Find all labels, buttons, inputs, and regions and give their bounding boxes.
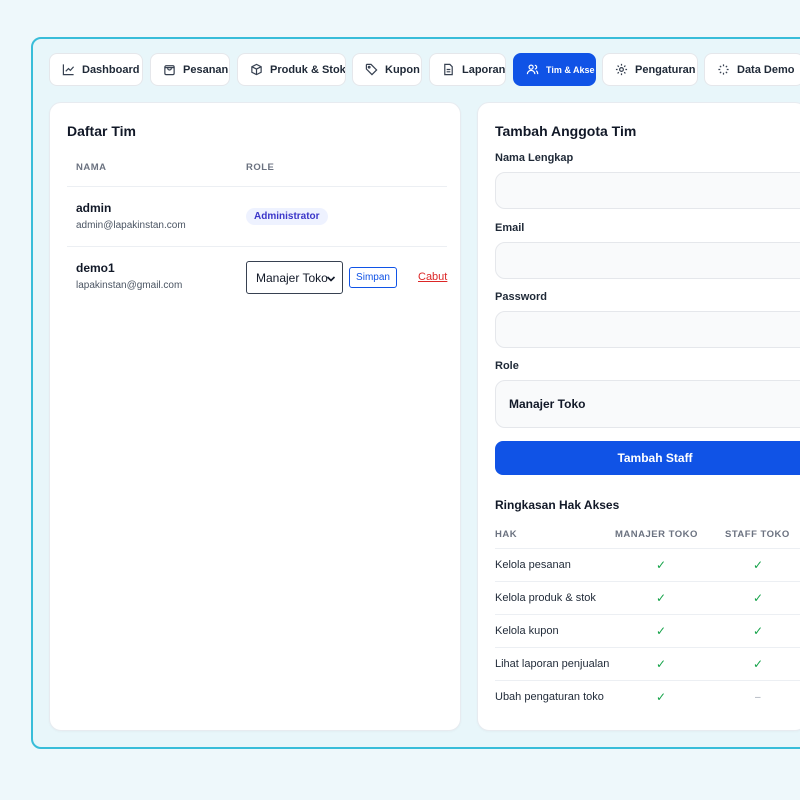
full-name-input[interactable] (495, 172, 800, 209)
role-label: Role (495, 360, 519, 372)
tab-label: Produk & Stok (270, 63, 346, 76)
tab-label: Kupon (385, 63, 420, 76)
check-icon: ✓ (656, 690, 667, 704)
check-icon: ✓ (656, 657, 667, 671)
tab-bar: Dashboard Pesanan Produk & Stok Kupon La… (49, 53, 800, 86)
check-icon: ✓ (656, 591, 667, 605)
tab-label: Data Demo (737, 63, 795, 76)
password-label: Password (495, 291, 547, 303)
tab-label: Pengaturan (635, 63, 696, 76)
revoke-link[interactable]: Cabut (418, 271, 447, 283)
tab-pengaturan[interactable]: Pengaturan (602, 53, 698, 86)
tab-produk-stok[interactable]: Produk & Stok (237, 53, 346, 86)
password-input[interactable] (495, 311, 800, 348)
save-role-button[interactable]: Simpan (349, 267, 397, 288)
member-email: admin@lapakinstan.com (76, 220, 186, 231)
tab-label: Pesanan (183, 63, 229, 76)
access-summary-title: Ringkasan Hak Akses (495, 498, 620, 512)
tag-icon (365, 63, 378, 76)
no-access-dash: – (755, 692, 761, 703)
gear-icon (615, 63, 628, 76)
tab-kupon[interactable]: Kupon (352, 53, 422, 86)
tab-laporan[interactable]: Laporan (429, 53, 506, 86)
permission-label: Lihat laporan penjualan (495, 658, 610, 670)
divider (495, 581, 800, 582)
divider (495, 614, 800, 615)
member-name: admin (76, 201, 112, 215)
loader-icon (718, 64, 729, 75)
check-icon: ✓ (753, 591, 764, 605)
role-badge: Administrator (246, 208, 328, 225)
tab-tim-akses[interactable]: Tim & Akses (513, 53, 596, 86)
member-name: demo1 (76, 261, 115, 275)
column-header-staff: STAFF TOKO (725, 529, 790, 540)
add-member-title: Tambah Anggota Tim (495, 123, 637, 139)
name-label: Nama Lengkap (495, 152, 574, 164)
add-member-card: Tambah Anggota Tim Nama Lengkap Email Pa… (477, 102, 800, 731)
shopping-bag-icon (164, 65, 175, 76)
divider (67, 186, 447, 187)
permission-label: Ubah pengaturan toko (495, 691, 604, 703)
box-icon (251, 63, 262, 76)
divider (495, 647, 800, 648)
column-header-name: NAMA (76, 162, 107, 173)
email-label: Email (495, 222, 525, 234)
tab-dashboard[interactable]: Dashboard (49, 53, 143, 86)
divider (67, 246, 447, 247)
member-role-select[interactable]: Manajer Toko (246, 261, 343, 294)
tab-label: Laporan (462, 63, 506, 76)
check-icon: ✓ (656, 558, 667, 572)
email-input[interactable] (495, 242, 800, 279)
check-icon: ✓ (753, 558, 764, 572)
column-header-permission: HAK (495, 529, 518, 540)
team-list-title: Daftar Tim (67, 123, 136, 139)
role-select[interactable]: Manajer Toko (495, 380, 800, 428)
add-staff-button[interactable]: Tambah Staff (495, 441, 800, 475)
users-icon (526, 64, 539, 75)
tab-label: Dashboard (82, 63, 140, 76)
chevron-down-icon (326, 276, 336, 282)
tab-label: Tim & Akses (546, 64, 596, 75)
tab-pesanan[interactable]: Pesanan (150, 53, 230, 86)
tab-data-demo[interactable]: Data Demo (704, 53, 800, 86)
check-icon: ✓ (656, 624, 667, 638)
member-role-value: Manajer Toko (256, 270, 328, 285)
divider (495, 548, 800, 549)
column-header-manager: MANAJER TOKO (615, 529, 698, 540)
member-email: lapakinstan@gmail.com (76, 280, 183, 291)
check-icon: ✓ (753, 624, 764, 638)
permission-label: Kelola kupon (495, 625, 559, 637)
permission-label: Kelola pesanan (495, 559, 571, 571)
permission-label: Kelola produk & stok (495, 592, 596, 604)
divider (495, 680, 800, 681)
role-select-value: Manajer Toko (509, 397, 586, 411)
document-icon (444, 63, 453, 76)
column-header-role: ROLE (246, 162, 275, 173)
check-icon: ✓ (753, 657, 764, 671)
chart-line-icon (62, 64, 75, 76)
team-list-card: Daftar Tim NAMA ROLE admin admin@lapakin… (49, 102, 461, 731)
